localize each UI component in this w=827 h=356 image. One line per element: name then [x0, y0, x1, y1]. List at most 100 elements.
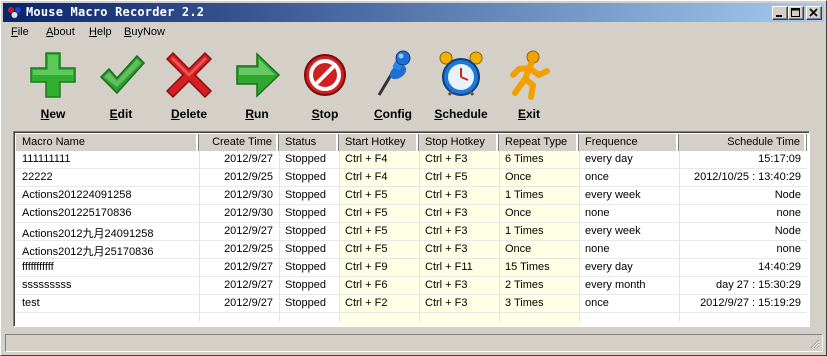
cell-macro-name: Actions2012九月25170836: [22, 246, 154, 258]
column-header-macro-name[interactable]: Macro Name: [16, 134, 199, 151]
window-title: Mouse Macro Recorder 2.2: [26, 5, 205, 19]
macro-list[interactable]: Macro Name Create Time Status Start Hotk…: [13, 131, 810, 327]
cell-schedule-time: 2012/9/27 : 15:19:29: [700, 297, 801, 309]
cell-create-time: 2012/9/27: [224, 153, 273, 165]
cell-frequence: every week: [585, 189, 641, 201]
cell-repeat-type: Once: [505, 243, 532, 255]
minimize-icon: [776, 15, 782, 17]
x-icon: [165, 51, 213, 99]
resize-grip-icon[interactable]: [808, 337, 820, 349]
maximize-button[interactable]: [788, 6, 804, 20]
table-row[interactable]: Actions201224091258 2012/9/30 Stopped Ctrl …: [16, 187, 807, 205]
cell-macro-name: test: [22, 297, 40, 309]
cell-schedule-time: 2012/10/25 : 13:40:29: [693, 171, 801, 183]
cell-create-time: 2012/9/27: [224, 279, 273, 291]
cell-schedule-time: none: [776, 243, 801, 255]
cell-stop-hotkey: Ctrl + F3: [425, 297, 468, 309]
cell-repeat-type: 6 Times: [505, 153, 544, 165]
table-row[interactable]: fffffffffff 2012/9/27 Stopped Ctrl + F9 Ctrl…: [16, 259, 807, 277]
cell-start-hotkey: Ctrl + F4: [345, 171, 388, 183]
exit-button[interactable]: Exit: [493, 49, 565, 123]
table-row[interactable]: Actions2012九月25170836 2012/9/25 Stopped Ctr…: [16, 241, 807, 259]
table-row[interactable]: Actions2012九月24091258 2012/9/27 Stopped Ctr…: [16, 223, 807, 241]
close-icon: [809, 8, 818, 17]
cell-status: Stopped: [285, 153, 326, 165]
cell-schedule-time: Node: [774, 225, 801, 237]
cell-macro-name: Actions201225170836: [22, 207, 132, 219]
schedule-button[interactable]: Schedule: [425, 49, 497, 123]
cell-start-hotkey: Ctrl + F2: [345, 297, 388, 309]
stop-label: Stop: [311, 107, 339, 121]
cell-start-hotkey: Ctrl + F4: [345, 153, 388, 165]
menu-about[interactable]: About: [46, 26, 75, 38]
column-header-repeat-type[interactable]: Repeat Type: [499, 134, 579, 151]
menu-help[interactable]: Help: [89, 26, 112, 38]
config-button[interactable]: Config: [357, 49, 429, 123]
delete-button[interactable]: Delete: [153, 49, 225, 123]
menu-buynow[interactable]: BuyNow: [124, 26, 165, 38]
cell-frequence: every day: [585, 153, 633, 165]
cell-create-time: 2012/9/30: [224, 207, 273, 219]
minimize-button[interactable]: [772, 6, 788, 20]
cell-create-time: 2012/9/27: [224, 225, 273, 237]
column-header-frequence[interactable]: Frequence: [579, 134, 679, 151]
checkmark-icon: [99, 54, 146, 95]
cell-frequence: every month: [585, 279, 646, 291]
new-label: New: [40, 107, 66, 121]
running-man-icon: [510, 50, 550, 100]
arrow-right-icon: [236, 52, 281, 98]
cell-macro-name: 111111111: [22, 153, 71, 165]
cell-frequence: every day: [585, 261, 633, 273]
table-row[interactable]: Actions201225170836 2012/9/30 Stopped Ctrl …: [16, 205, 807, 223]
cell-stop-hotkey: Ctrl + F3: [425, 207, 468, 219]
table-row[interactable]: 22222 2012/9/25 Stopped Ctrl + F4 Ctrl + F5 O…: [16, 169, 807, 187]
column-header-create-time[interactable]: Create Time: [199, 134, 279, 151]
cell-schedule-time: none: [776, 207, 801, 219]
delete-label: Delete: [170, 107, 208, 121]
column-header-start-hotkey[interactable]: Start Hotkey: [339, 134, 419, 151]
cell-schedule-time: 15:17:09: [758, 153, 801, 165]
cell-start-hotkey: Ctrl + F5: [345, 243, 388, 255]
cell-repeat-type: 1 Times: [505, 189, 544, 201]
cell-create-time: 2012/9/25: [224, 171, 273, 183]
cell-start-hotkey: Ctrl + F6: [345, 279, 388, 291]
cell-stop-hotkey: Ctrl + F3: [425, 279, 468, 291]
pin-icon: [377, 50, 411, 96]
new-button[interactable]: New: [17, 49, 89, 123]
column-header-status[interactable]: Status: [279, 134, 339, 151]
edit-button[interactable]: Edit: [85, 49, 157, 123]
table-row[interactable]: sssssssss 2012/9/27 Stopped Ctrl + F6 Ctrl +…: [16, 277, 807, 295]
cell-macro-name: Actions201224091258: [22, 189, 132, 201]
cell-status: Stopped: [285, 297, 326, 309]
cell-start-hotkey: Ctrl + F5: [345, 189, 388, 201]
exit-label: Exit: [517, 107, 541, 121]
title-bar[interactable]: Mouse Macro Recorder 2.2: [3, 3, 824, 22]
table-row[interactable]: test 2012/9/27 Stopped Ctrl + F2 Ctrl + F3 3 …: [16, 295, 807, 313]
close-button[interactable]: [806, 6, 822, 20]
run-label: Run: [245, 107, 269, 121]
cell-stop-hotkey: Ctrl + F3: [425, 189, 468, 201]
cell-schedule-time: day 27 : 15:30:29: [715, 279, 801, 291]
cell-status: Stopped: [285, 243, 326, 255]
cell-status: Stopped: [285, 279, 326, 291]
cell-repeat-type: 15 Times: [505, 261, 550, 273]
table-row[interactable]: 111111111 2012/9/27 Stopped Ctrl + F4 Ctrl +…: [16, 151, 807, 169]
column-header-stop-hotkey[interactable]: Stop Hotkey: [419, 134, 499, 151]
column-header-schedule-time[interactable]: Schedule Time: [679, 134, 807, 151]
cell-schedule-time: Node: [774, 189, 801, 201]
cell-repeat-type: Once: [505, 171, 532, 183]
stop-button[interactable]: Stop: [289, 49, 361, 123]
cell-repeat-type: 1 Times: [505, 225, 544, 237]
plus-icon: [30, 52, 76, 98]
cell-status: Stopped: [285, 189, 326, 201]
cell-stop-hotkey: Ctrl + F3: [425, 243, 468, 255]
cell-create-time: 2012/9/25: [224, 243, 273, 255]
edit-label: Edit: [109, 107, 133, 121]
stop-icon: [304, 54, 346, 96]
run-button[interactable]: Run: [221, 49, 293, 123]
cell-macro-name: sssssssss: [22, 279, 72, 291]
cell-macro-name: fffffffffff: [22, 261, 54, 273]
cell-frequence: none: [585, 207, 610, 219]
menu-file[interactable]: File: [11, 26, 29, 38]
cell-create-time: 2012/9/27: [224, 261, 273, 273]
